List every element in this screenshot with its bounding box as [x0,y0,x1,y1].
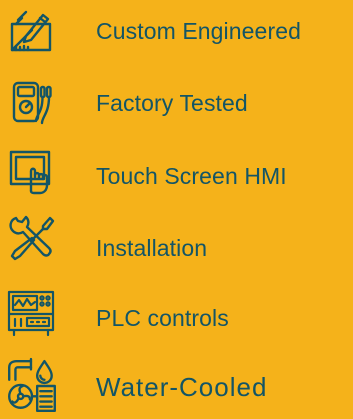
touch-screen-icon [6,147,56,197]
water-cooled-icon [6,357,58,415]
feature-label: Factory Tested [96,90,248,116]
feature-item-touch-screen-hmi: Touch Screen HMI [0,142,353,202]
wrench-screwdriver-icon [6,214,56,264]
feature-label: Installation [96,235,208,261]
features-panel: Custom Engineered Factory Tested Touch S… [0,0,353,419]
feature-item-custom-engineered: Custom Engineered [0,2,353,62]
feature-item-water-cooled: Water-Cooled [0,348,353,419]
feature-label: Touch Screen HMI [96,163,287,189]
feature-label: PLC controls [96,305,229,331]
feature-label: Custom Engineered [96,18,301,44]
feature-item-installation: Installation [0,212,353,272]
control-panel-icon [6,288,56,338]
feature-item-factory-tested: Factory Tested [0,71,353,131]
feature-item-plc-controls: PLC controls [0,283,353,343]
design-tools-icon [6,6,56,56]
multimeter-icon [6,77,56,127]
feature-label: Water-Cooled [96,372,268,402]
